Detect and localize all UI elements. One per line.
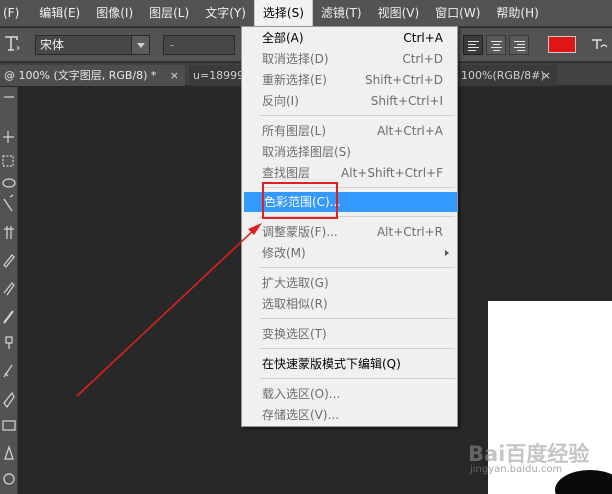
menu-image[interactable]: 图像(I) xyxy=(88,0,141,27)
menu-item-save-selection[interactable]: 存储选区(V)... xyxy=(242,405,457,425)
menu-item-select-all[interactable]: 全部(A) Ctrl+A xyxy=(242,28,457,48)
document-tab-active[interactable]: @ 100% (文字图层, RGB/8) * × xyxy=(0,65,185,86)
menu-select[interactable]: 选择(S) xyxy=(253,0,313,27)
align-right-icon[interactable] xyxy=(509,35,529,55)
text-align-group xyxy=(463,35,529,55)
menu-separator xyxy=(260,348,455,349)
menu-item-similar[interactable]: 选取相似(R) xyxy=(242,294,457,314)
annotation-highlight-box xyxy=(262,182,338,219)
menu-type[interactable]: 文字(Y) xyxy=(197,0,254,27)
crop-tool-icon xyxy=(4,226,14,239)
tab-label: u=18999 xyxy=(193,69,245,82)
menu-item-load-selection[interactable]: 载入选区(O)... xyxy=(242,384,457,404)
chevron-right-icon xyxy=(445,250,449,256)
font-style-select[interactable]: - xyxy=(163,35,235,55)
menu-item-deselect-layers[interactable]: 取消选择图层(S) xyxy=(242,142,457,162)
align-center-icon[interactable] xyxy=(486,35,506,55)
text-color-swatch[interactable] xyxy=(548,36,576,53)
quick-select-tool-icon xyxy=(3,194,14,212)
close-icon[interactable]: × xyxy=(170,65,179,86)
menu-item-deselect[interactable]: 取消选择(D) Ctrl+D xyxy=(242,49,457,69)
menu-item-find-layers[interactable]: 查找图层 Alt+Shift+Ctrl+F xyxy=(242,163,457,183)
menu-separator xyxy=(260,378,455,379)
align-left-icon[interactable] xyxy=(463,35,483,55)
history-brush-tool-icon xyxy=(3,364,13,378)
select-menu-dropdown: 全部(A) Ctrl+A 取消选择(D) Ctrl+D 重新选择(E) Shif… xyxy=(241,26,458,427)
menu-item-inverse[interactable]: 反向(I) Shift+Ctrl+I xyxy=(242,91,457,111)
clone-stamp-tool-icon xyxy=(5,336,13,349)
menu-view[interactable]: 视图(V) xyxy=(370,0,428,27)
blur-tool-icon xyxy=(4,445,14,460)
menu-item-transform-selection[interactable]: 变换选区(T) xyxy=(242,324,457,344)
menu-help[interactable]: 帮助(H) xyxy=(488,0,546,27)
document-tab[interactable]: 100%(RGB/8#) × xyxy=(457,65,557,86)
watermark: Bai百度经验 jingyan.baidu.com xyxy=(468,438,608,492)
marquee-tool-icon xyxy=(2,155,14,167)
menu-item-grow[interactable]: 扩大选取(G) xyxy=(242,273,457,293)
dodge-tool-icon xyxy=(3,473,15,485)
tab-label: @ 100% (文字图层, RGB/8) * xyxy=(4,69,157,82)
menu-file[interactable]: (F) xyxy=(0,0,31,27)
menu-edit[interactable]: 编辑(E) xyxy=(31,0,88,27)
menu-item-refine-mask[interactable]: 调整蒙版(F)... Alt+Ctrl+R xyxy=(242,222,457,242)
menu-item-all-layers[interactable]: 所有图层(L) Alt+Ctrl+A xyxy=(242,121,457,141)
font-style-value: - xyxy=(170,38,175,52)
menu-window[interactable]: 窗口(W) xyxy=(427,0,488,27)
tab-label: 100%(RGB/8#) xyxy=(461,69,545,82)
eyedropper-tool-icon xyxy=(3,254,15,268)
healing-brush-tool-icon xyxy=(3,282,15,296)
menu-layer[interactable]: 图层(L) xyxy=(141,0,197,27)
menu-bar: (F) 编辑(E) 图像(I) 图层(L) 文字(Y) 选择(S) 滤镜(T) … xyxy=(0,0,612,27)
font-family-value: 宋体 xyxy=(40,38,65,52)
eraser-tool-icon xyxy=(3,391,15,409)
menu-separator xyxy=(260,267,455,268)
menu-item-modify[interactable]: 修改(M) xyxy=(242,243,457,263)
menu-item-reselect[interactable]: 重新选择(E) Shift+Ctrl+D xyxy=(242,70,457,90)
move-tool-icon xyxy=(3,131,14,143)
tools-panel xyxy=(0,87,18,494)
warp-text-icon[interactable] xyxy=(589,34,611,56)
lasso-tool-icon xyxy=(2,178,16,188)
text-tool-icon[interactable] xyxy=(2,34,24,54)
chevron-down-icon[interactable] xyxy=(131,36,149,54)
menu-item-quick-mask[interactable]: 在快速蒙版模式下编辑(Q) xyxy=(242,354,457,374)
font-family-select[interactable]: 宋体 xyxy=(35,35,150,55)
close-icon[interactable]: × xyxy=(542,65,551,86)
gradient-tool-icon xyxy=(2,420,16,431)
menu-separator xyxy=(260,115,455,116)
brush-tool-icon xyxy=(3,310,14,324)
document-tab[interactable]: u=18999 xyxy=(189,65,249,86)
watermark-url: jingyan.baidu.com xyxy=(470,464,563,475)
menu-filter[interactable]: 滤镜(T) xyxy=(313,0,370,27)
tools-icons xyxy=(2,96,16,485)
menu-separator xyxy=(260,318,455,319)
